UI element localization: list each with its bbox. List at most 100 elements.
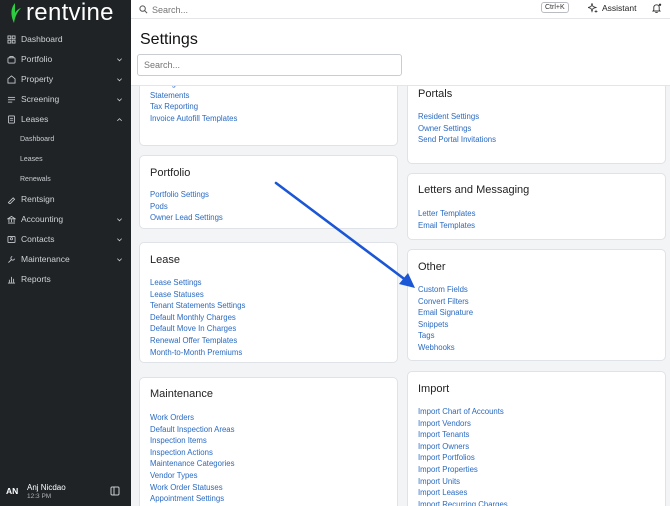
- sidebar-item-contacts[interactable]: Contacts: [0, 229, 131, 249]
- settings-link-inspection-actions[interactable]: Inspection Actions: [150, 447, 235, 459]
- settings-link-maintenance-categories[interactable]: Maintenance Categories: [150, 458, 235, 470]
- settings-card-portfolio: Portfolio Portfolio Settings Pods Owner Lea…: [139, 155, 398, 229]
- sidebar-item-portfolio[interactable]: Portfolio: [0, 49, 131, 69]
- chevron-down-icon[interactable]: [115, 55, 123, 63]
- settings-link-portfolio-settings[interactable]: Portfolio Settings: [150, 189, 223, 201]
- settings-link-import-properties[interactable]: Import Properties: [418, 464, 508, 476]
- settings-link-snippets[interactable]: Snippets: [418, 319, 473, 331]
- card-links: PostingsStatementsTax ReportingInvoice A…: [150, 86, 237, 124]
- settings-link-custom-fields[interactable]: Custom Fields: [418, 284, 473, 296]
- settings-link-tenant-statements-settings[interactable]: Tenant Statements Settings: [150, 300, 245, 312]
- settings-link-owner-lead-settings[interactable]: Owner Lead Settings: [150, 212, 223, 224]
- sidebar-item-maintenance[interactable]: Maintenance: [0, 249, 131, 269]
- sidebar-item-label: Accounting: [21, 214, 64, 224]
- settings-link-default-inspection-areas[interactable]: Default Inspection Areas: [150, 424, 235, 436]
- sidebar-item-label: Maintenance: [21, 254, 70, 264]
- sidebar-item-reports[interactable]: Reports: [0, 269, 131, 289]
- settings-link-import-portfolios[interactable]: Import Portfolios: [418, 452, 508, 464]
- maintenance-icon: [7, 255, 16, 264]
- settings-link-statements[interactable]: Statements: [150, 90, 237, 102]
- settings-link-invoice-autofill-templates[interactable]: Invoice Autofill Templates: [150, 113, 237, 125]
- sidebar-item-label: Screening: [21, 94, 60, 104]
- sidebar-item-dashboard[interactable]: Dashboard: [0, 29, 131, 49]
- settings-link-import-units[interactable]: Import Units: [418, 476, 508, 488]
- settings-link-inspection-items[interactable]: Inspection Items: [150, 435, 235, 447]
- sidebar-subitem-renewals[interactable]: Renewals: [0, 169, 131, 189]
- settings-link-pods[interactable]: Pods: [150, 201, 223, 213]
- settings-link-convert-filters[interactable]: Convert Filters: [418, 296, 473, 308]
- chevron-down-icon[interactable]: [115, 215, 123, 223]
- settings-link-tags[interactable]: Tags: [418, 330, 473, 342]
- chevron-down-icon[interactable]: [115, 95, 123, 103]
- collapse-sidebar-icon[interactable]: [110, 486, 120, 496]
- sidebar-subitem-dashboard[interactable]: Dashboard: [0, 129, 131, 149]
- card-title: Import: [418, 383, 450, 395]
- settings-link-appointment-settings[interactable]: Appointment Settings: [150, 493, 235, 505]
- page-header: Settings: [131, 19, 670, 86]
- settings-link-work-order-statuses[interactable]: Work Order Statuses: [150, 482, 235, 494]
- settings-link-import-chart-of-accounts[interactable]: Import Chart of Accounts: [418, 406, 508, 418]
- settings-link-default-move-in-charges[interactable]: Default Move In Charges: [150, 323, 245, 335]
- settings-link-import-leases[interactable]: Import Leases: [418, 487, 508, 499]
- settings-link-work-orders[interactable]: Work Orders: [150, 412, 235, 424]
- sidebar-item-screening[interactable]: Screening: [0, 89, 131, 109]
- settings-link-import-vendors[interactable]: Import Vendors: [418, 418, 508, 430]
- settings-link-lease-statuses[interactable]: Lease Statuses: [150, 289, 245, 301]
- settings-link-resident-settings[interactable]: Resident Settings: [418, 111, 496, 123]
- chevron-down-icon[interactable]: [115, 235, 123, 243]
- sidebar-item-label: Property: [21, 74, 54, 84]
- settings-card-portals: Portals Resident Settings Owner Settings Se…: [407, 86, 666, 164]
- settings-link-email-templates[interactable]: Email Templates: [418, 220, 476, 232]
- brand-logo[interactable]: rentvine: [8, 0, 114, 26]
- sidebar-subitem-leases[interactable]: Leases: [0, 149, 131, 169]
- settings-link-import-owners[interactable]: Import Owners: [418, 441, 508, 453]
- user-info: Anj Nicdao 12:3 PM: [27, 483, 110, 500]
- reports-icon: [7, 275, 16, 284]
- screening-icon: [7, 95, 16, 104]
- app: rentvine Dashboard Portfolio Property Scree…: [0, 0, 670, 506]
- user-name: Anj Nicdao: [27, 482, 66, 492]
- sparkle-icon: [588, 3, 598, 13]
- assistant-button[interactable]: Assistant: [588, 3, 637, 13]
- sidebar-item-label: Leases: [21, 114, 49, 124]
- chevron-up-icon[interactable]: [115, 115, 123, 123]
- settings-link-month-to-month-premiums[interactable]: Month-to-Month Premiums: [150, 347, 245, 359]
- user-time: 12:3 PM: [27, 492, 52, 500]
- sidebar-item-rentsign[interactable]: Rentsign: [0, 189, 131, 209]
- settings-search-input[interactable]: [137, 54, 402, 76]
- assistant-label: Assistant: [602, 3, 637, 13]
- sidebar-item-leases[interactable]: Leases: [0, 109, 131, 129]
- sidebar-item-accounting[interactable]: Accounting: [0, 209, 131, 229]
- sidebar-item-label: Reports: [21, 274, 51, 284]
- settings-link-webhooks[interactable]: Webhooks: [418, 342, 473, 354]
- settings-link-default-monthly-charges[interactable]: Default Monthly Charges: [150, 312, 245, 324]
- settings-link-send-portal-invitations[interactable]: Send Portal Invitations: [418, 134, 496, 146]
- user-profile[interactable]: AN Anj Nicdao 12:3 PM: [0, 476, 131, 506]
- settings-link-import-tenants[interactable]: Import Tenants: [418, 429, 508, 441]
- settings-link-email-signature[interactable]: Email Signature: [418, 307, 473, 319]
- settings-link-owner-settings[interactable]: Owner Settings: [418, 123, 496, 135]
- contacts-icon: [7, 235, 16, 244]
- settings-link-import-recurring-charges[interactable]: Import Recurring Charges: [418, 499, 508, 506]
- card-title: Portals: [418, 88, 453, 100]
- sidebar-nav: Dashboard Portfolio Property Screening Lease…: [0, 29, 131, 289]
- global-search-input[interactable]: [152, 4, 512, 15]
- settings-card-import: Import Import Chart of Accounts Import Ven…: [407, 371, 666, 506]
- global-search[interactable]: [139, 2, 569, 17]
- accounting-icon: [7, 215, 16, 224]
- settings-card-maintenance: Maintenance Work Orders Default Inspection…: [139, 377, 398, 506]
- dashboard-icon: [7, 35, 16, 44]
- settings-link-vendor-types[interactable]: Vendor Types: [150, 470, 235, 482]
- sidebar-item-property[interactable]: Property: [0, 69, 131, 89]
- search-icon: [139, 5, 148, 14]
- card-links: Custom Fields Convert Filters Email Signat…: [418, 284, 473, 354]
- chevron-down-icon[interactable]: [115, 75, 123, 83]
- card-links: Portfolio Settings Pods Owner Lead Setting…: [150, 189, 223, 224]
- settings-link-letter-templates[interactable]: Letter Templates: [418, 208, 476, 220]
- card-title: Letters and Messaging: [418, 184, 530, 196]
- notifications-bell-icon[interactable]: [651, 3, 662, 14]
- settings-link-renewal-offer-templates[interactable]: Renewal Offer Templates: [150, 335, 245, 347]
- settings-link-tax-reporting[interactable]: Tax Reporting: [150, 101, 237, 113]
- settings-link-lease-settings[interactable]: Lease Settings: [150, 277, 245, 289]
- chevron-down-icon[interactable]: [115, 255, 123, 263]
